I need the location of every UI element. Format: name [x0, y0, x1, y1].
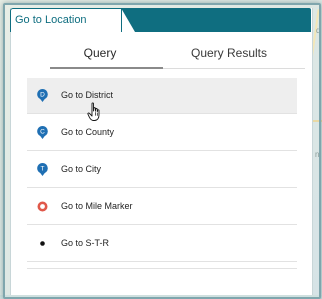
hand-pointer-icon [87, 102, 100, 121]
svg-text:C: C [40, 129, 45, 136]
list-item-go-to-mile-marker[interactable]: Go to Mile Marker [27, 189, 297, 225]
svg-text:T: T [41, 166, 45, 173]
county-pin-icon: C [37, 126, 48, 139]
svg-text:D: D [40, 92, 45, 99]
mile-marker-pin-icon [37, 201, 48, 212]
list-item-go-to-county[interactable]: C Go to County [27, 115, 297, 151]
list-item-label: Go to City [61, 164, 102, 174]
str-dot-icon [40, 241, 45, 246]
tab-query-results[interactable]: Query Results [168, 46, 290, 60]
window-title: Go to Location [15, 14, 87, 26]
list-item-go-to-str[interactable]: Go to S-T-R [27, 226, 297, 262]
tab-query[interactable]: Query [50, 46, 150, 60]
list-item-go-to-district[interactable]: D Go to District [27, 78, 297, 114]
window-title-tab[interactable]: Go to Location [10, 8, 122, 32]
list-divider [27, 268, 297, 269]
active-tab-indicator [50, 67, 163, 69]
list-item-go-to-city[interactable]: T Go to City [27, 152, 297, 188]
list-item-label: Go to Mile Marker [61, 201, 133, 211]
district-pin-icon: D [37, 89, 48, 102]
tab-divider [163, 68, 305, 69]
city-pin-icon: T [37, 163, 48, 176]
list-item-label: Go to County [61, 127, 115, 137]
title-bar [121, 8, 311, 32]
list-item-label: Go to District [61, 90, 114, 100]
list-item-label: Go to S-T-R [61, 238, 110, 248]
tab-bar: Query Query Results [10, 32, 311, 72]
